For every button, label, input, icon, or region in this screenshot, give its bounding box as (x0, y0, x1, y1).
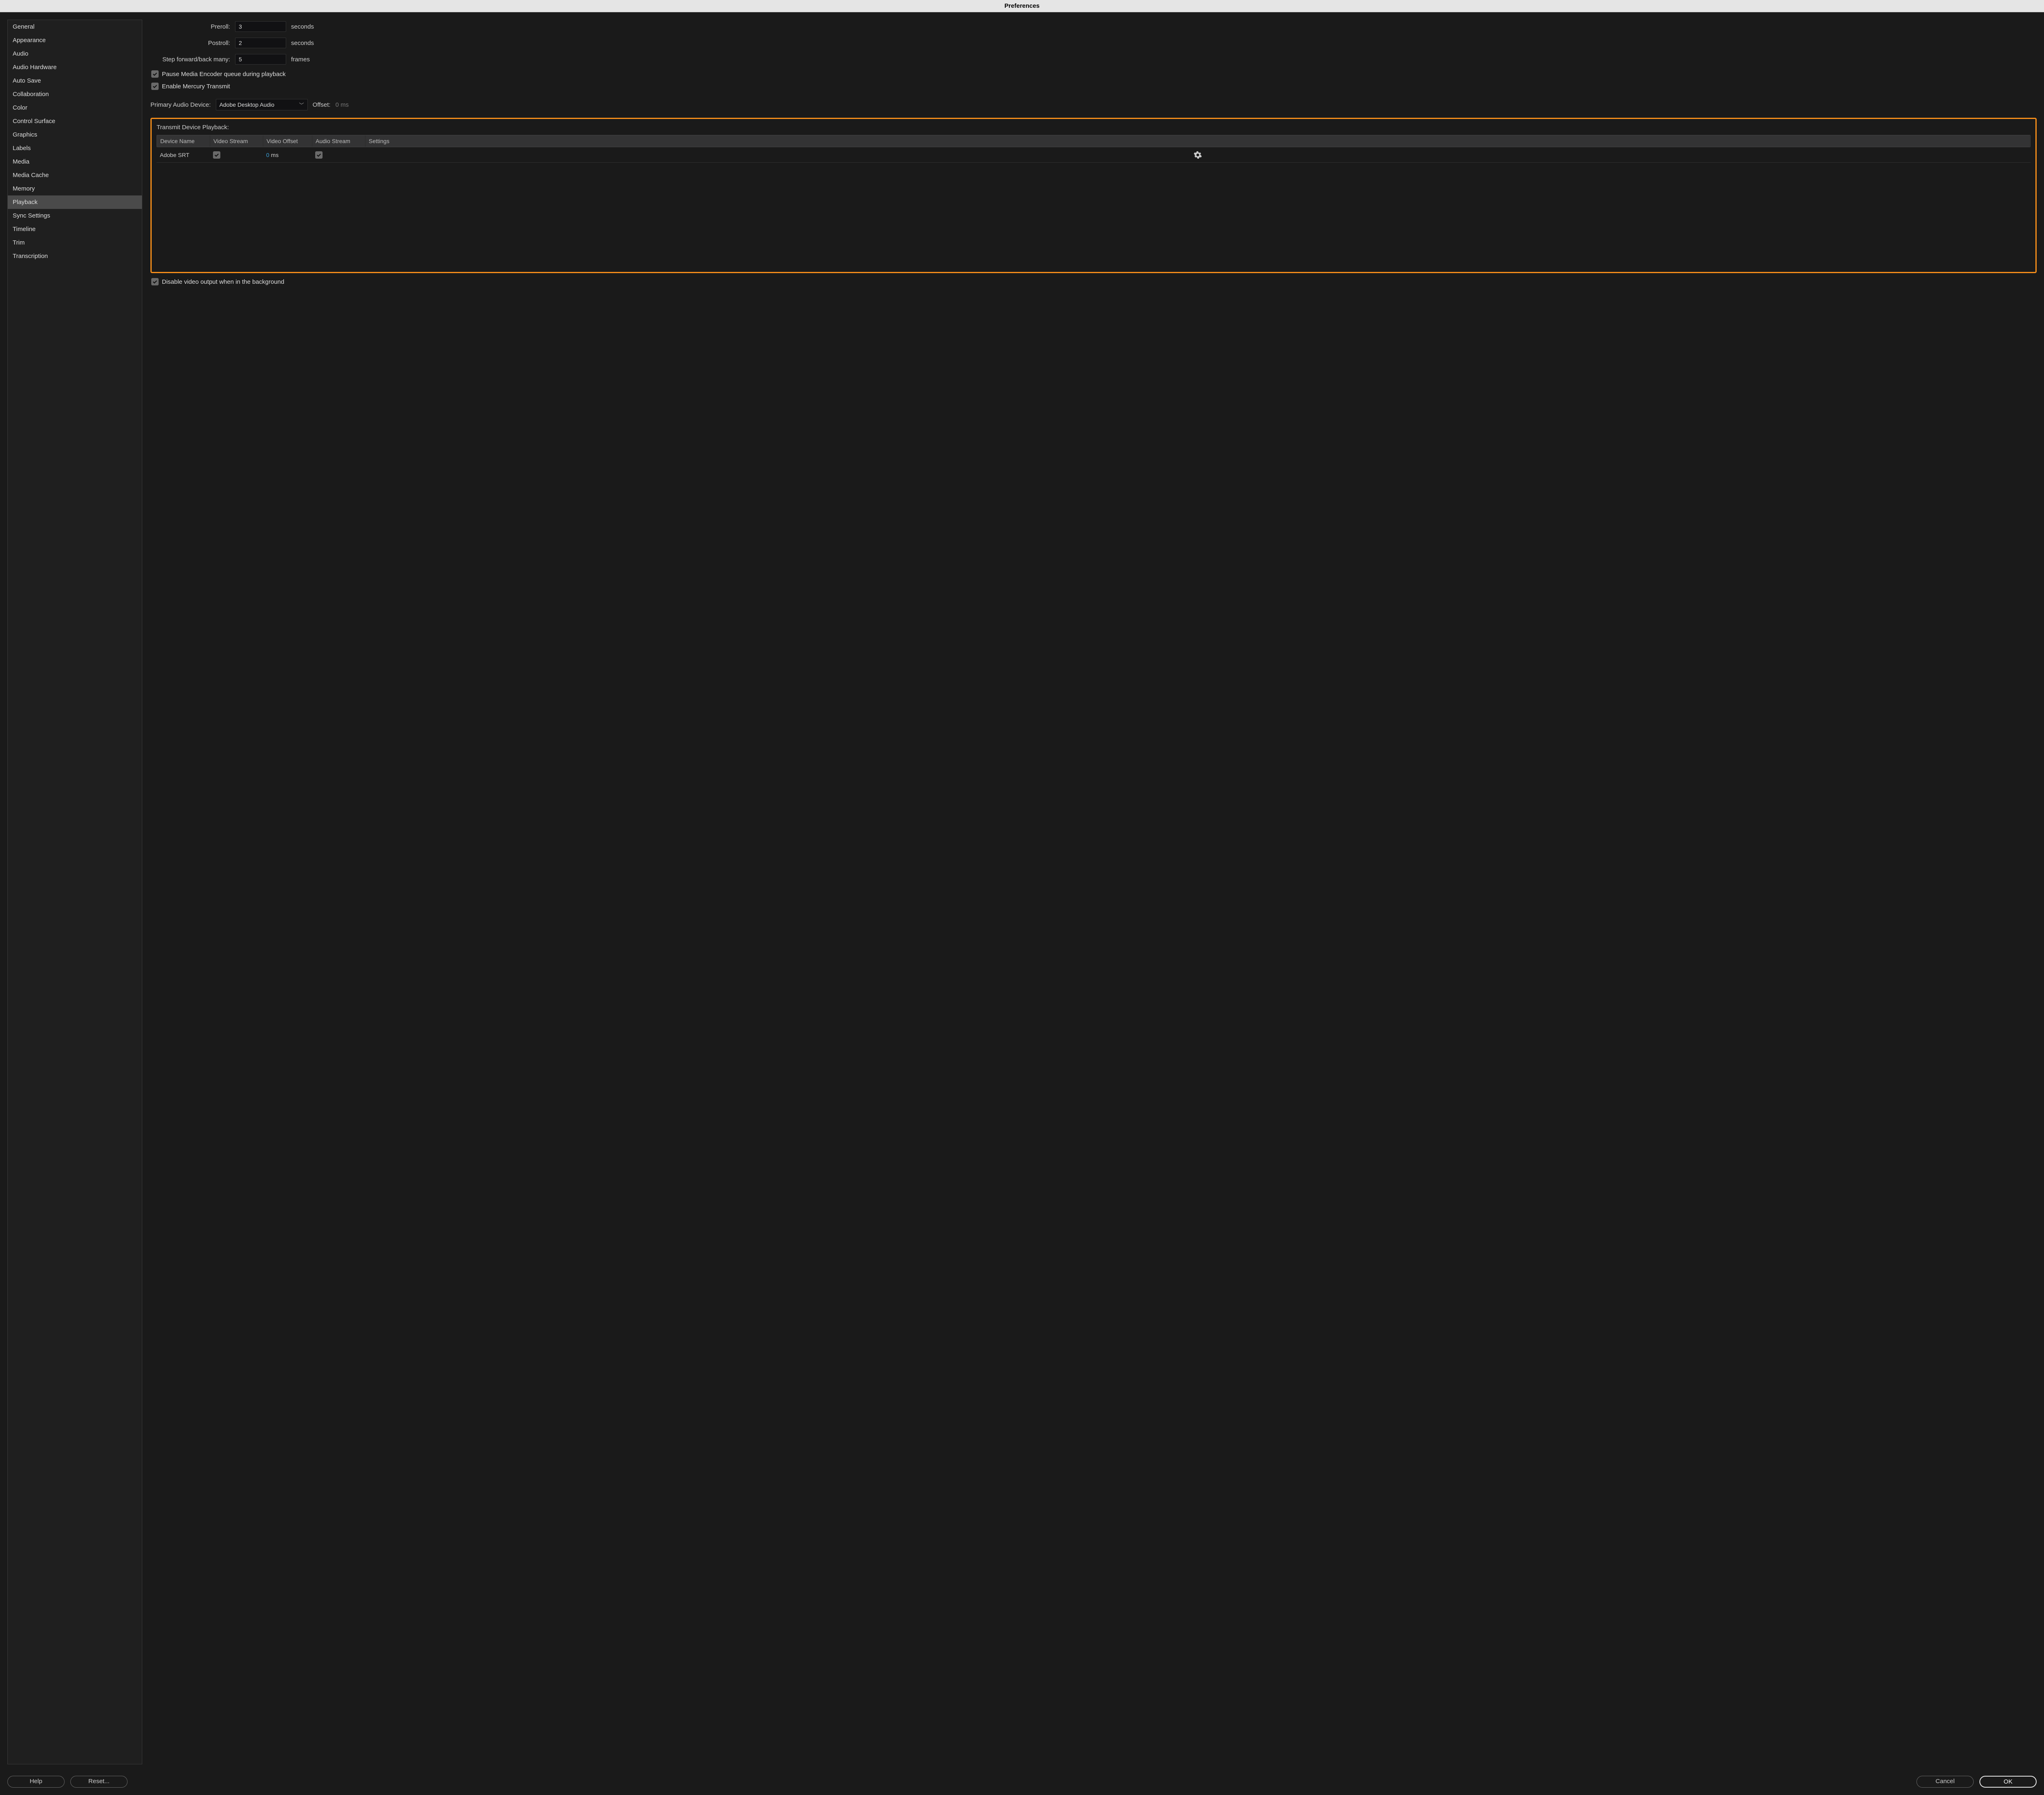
video-offset-value: 0 (266, 152, 269, 158)
ok-button[interactable]: OK (1979, 1776, 2037, 1788)
step-row: Step forward/back many: frames (150, 54, 2037, 65)
postroll-row: Postroll: seconds (150, 38, 2037, 48)
check-icon (152, 83, 158, 89)
dialog-content: General Appearance Audio Audio Hardware … (0, 12, 2044, 1772)
transmit-device-section: Transmit Device Playback: Device Name Vi… (150, 118, 2037, 273)
audio-stream-cell (312, 149, 365, 161)
mercury-checkbox[interactable] (151, 83, 159, 90)
pause-encoder-label: Pause Media Encoder queue during playbac… (162, 71, 286, 78)
sidebar-item-sync-settings[interactable]: Sync Settings (8, 209, 142, 222)
sidebar-item-media[interactable]: Media (8, 155, 142, 168)
sidebar-item-auto-save[interactable]: Auto Save (8, 74, 142, 88)
video-offset-unit: ms (271, 152, 279, 158)
sidebar-item-labels[interactable]: Labels (8, 141, 142, 155)
sidebar-item-timeline[interactable]: Timeline (8, 222, 142, 236)
chevron-down-icon: ﹀ (299, 101, 304, 108)
table-header: Device Name Video Stream Video Offset Au… (157, 135, 2031, 147)
primary-audio-value: Adobe Desktop Audio (220, 101, 275, 108)
check-icon (316, 152, 322, 158)
sidebar-item-media-cache[interactable]: Media Cache (8, 168, 142, 182)
offset-label: Offset: (313, 101, 331, 108)
preferences-dialog: General Appearance Audio Audio Hardware … (0, 12, 2044, 1795)
preroll-row: Preroll: seconds (150, 21, 2037, 32)
check-icon (152, 279, 158, 285)
mercury-row: Enable Mercury Transmit (151, 83, 2037, 90)
video-stream-cell (210, 149, 263, 161)
pause-encoder-row: Pause Media Encoder queue during playbac… (151, 70, 2037, 78)
step-unit: frames (291, 56, 310, 63)
help-button[interactable]: Help (7, 1776, 65, 1788)
primary-audio-row: Primary Audio Device: Adobe Desktop Audi… (150, 99, 2037, 110)
sidebar-item-collaboration[interactable]: Collaboration (8, 88, 142, 101)
settings-cell (365, 148, 2031, 162)
th-video-offset: Video Offset (263, 135, 312, 147)
category-sidebar: General Appearance Audio Audio Hardware … (7, 20, 142, 1764)
reset-button[interactable]: Reset... (70, 1776, 128, 1788)
th-device-name: Device Name (157, 135, 210, 147)
sidebar-item-general[interactable]: General (8, 20, 142, 34)
sidebar-item-transcription[interactable]: Transcription (8, 249, 142, 263)
gear-icon[interactable] (1194, 151, 1202, 159)
sidebar-item-audio-hardware[interactable]: Audio Hardware (8, 61, 142, 74)
disable-bg-checkbox[interactable] (151, 278, 159, 285)
preroll-label: Preroll: (150, 23, 230, 30)
audio-stream-checkbox[interactable] (315, 151, 323, 159)
disable-bg-row: Disable video output when in the backgro… (151, 278, 2037, 285)
video-stream-checkbox[interactable] (213, 151, 220, 159)
preroll-input[interactable] (235, 21, 286, 32)
footer-right: Cancel OK (1916, 1776, 2037, 1788)
transmit-section-title: Transmit Device Playback: (157, 124, 2031, 131)
postroll-unit: seconds (291, 40, 314, 47)
sidebar-item-color[interactable]: Color (8, 101, 142, 114)
playback-panel: Preroll: seconds Postroll: seconds Step … (150, 20, 2037, 1764)
footer-left: Help Reset... (7, 1776, 128, 1788)
video-offset-cell[interactable]: 0ms (263, 149, 312, 161)
th-video-stream: Video Stream (210, 135, 263, 147)
step-label: Step forward/back many: (150, 56, 230, 63)
check-icon (214, 152, 220, 158)
sidebar-item-memory[interactable]: Memory (8, 182, 142, 195)
th-settings: Settings (365, 135, 2030, 147)
th-audio-stream: Audio Stream (312, 135, 365, 147)
sidebar-item-graphics[interactable]: Graphics (8, 128, 142, 141)
step-input[interactable] (235, 54, 286, 65)
sidebar-item-trim[interactable]: Trim (8, 236, 142, 249)
offset-value[interactable]: 0 ms (335, 101, 349, 108)
window-title: Preferences (0, 0, 2044, 12)
transmit-device-table: Device Name Video Stream Video Offset Au… (157, 135, 2031, 163)
sidebar-item-audio[interactable]: Audio (8, 47, 142, 61)
sidebar-item-control-surface[interactable]: Control Surface (8, 114, 142, 128)
pause-encoder-checkbox[interactable] (151, 70, 159, 78)
device-name-cell: Adobe SRT (157, 149, 210, 161)
cancel-button[interactable]: Cancel (1916, 1776, 1974, 1788)
table-row[interactable]: Adobe SRT 0ms (157, 147, 2031, 163)
check-icon (152, 71, 158, 77)
postroll-label: Postroll: (150, 40, 230, 47)
dialog-footer: Help Reset... Cancel OK (0, 1772, 2044, 1795)
postroll-input[interactable] (235, 38, 286, 48)
mercury-label: Enable Mercury Transmit (162, 83, 230, 90)
sidebar-item-appearance[interactable]: Appearance (8, 34, 142, 47)
primary-audio-select[interactable]: Adobe Desktop Audio ﹀ (216, 99, 308, 110)
sidebar-item-playback[interactable]: Playback (8, 195, 142, 209)
preroll-unit: seconds (291, 23, 314, 30)
primary-audio-label: Primary Audio Device: (150, 101, 211, 108)
disable-bg-label: Disable video output when in the backgro… (162, 278, 284, 285)
